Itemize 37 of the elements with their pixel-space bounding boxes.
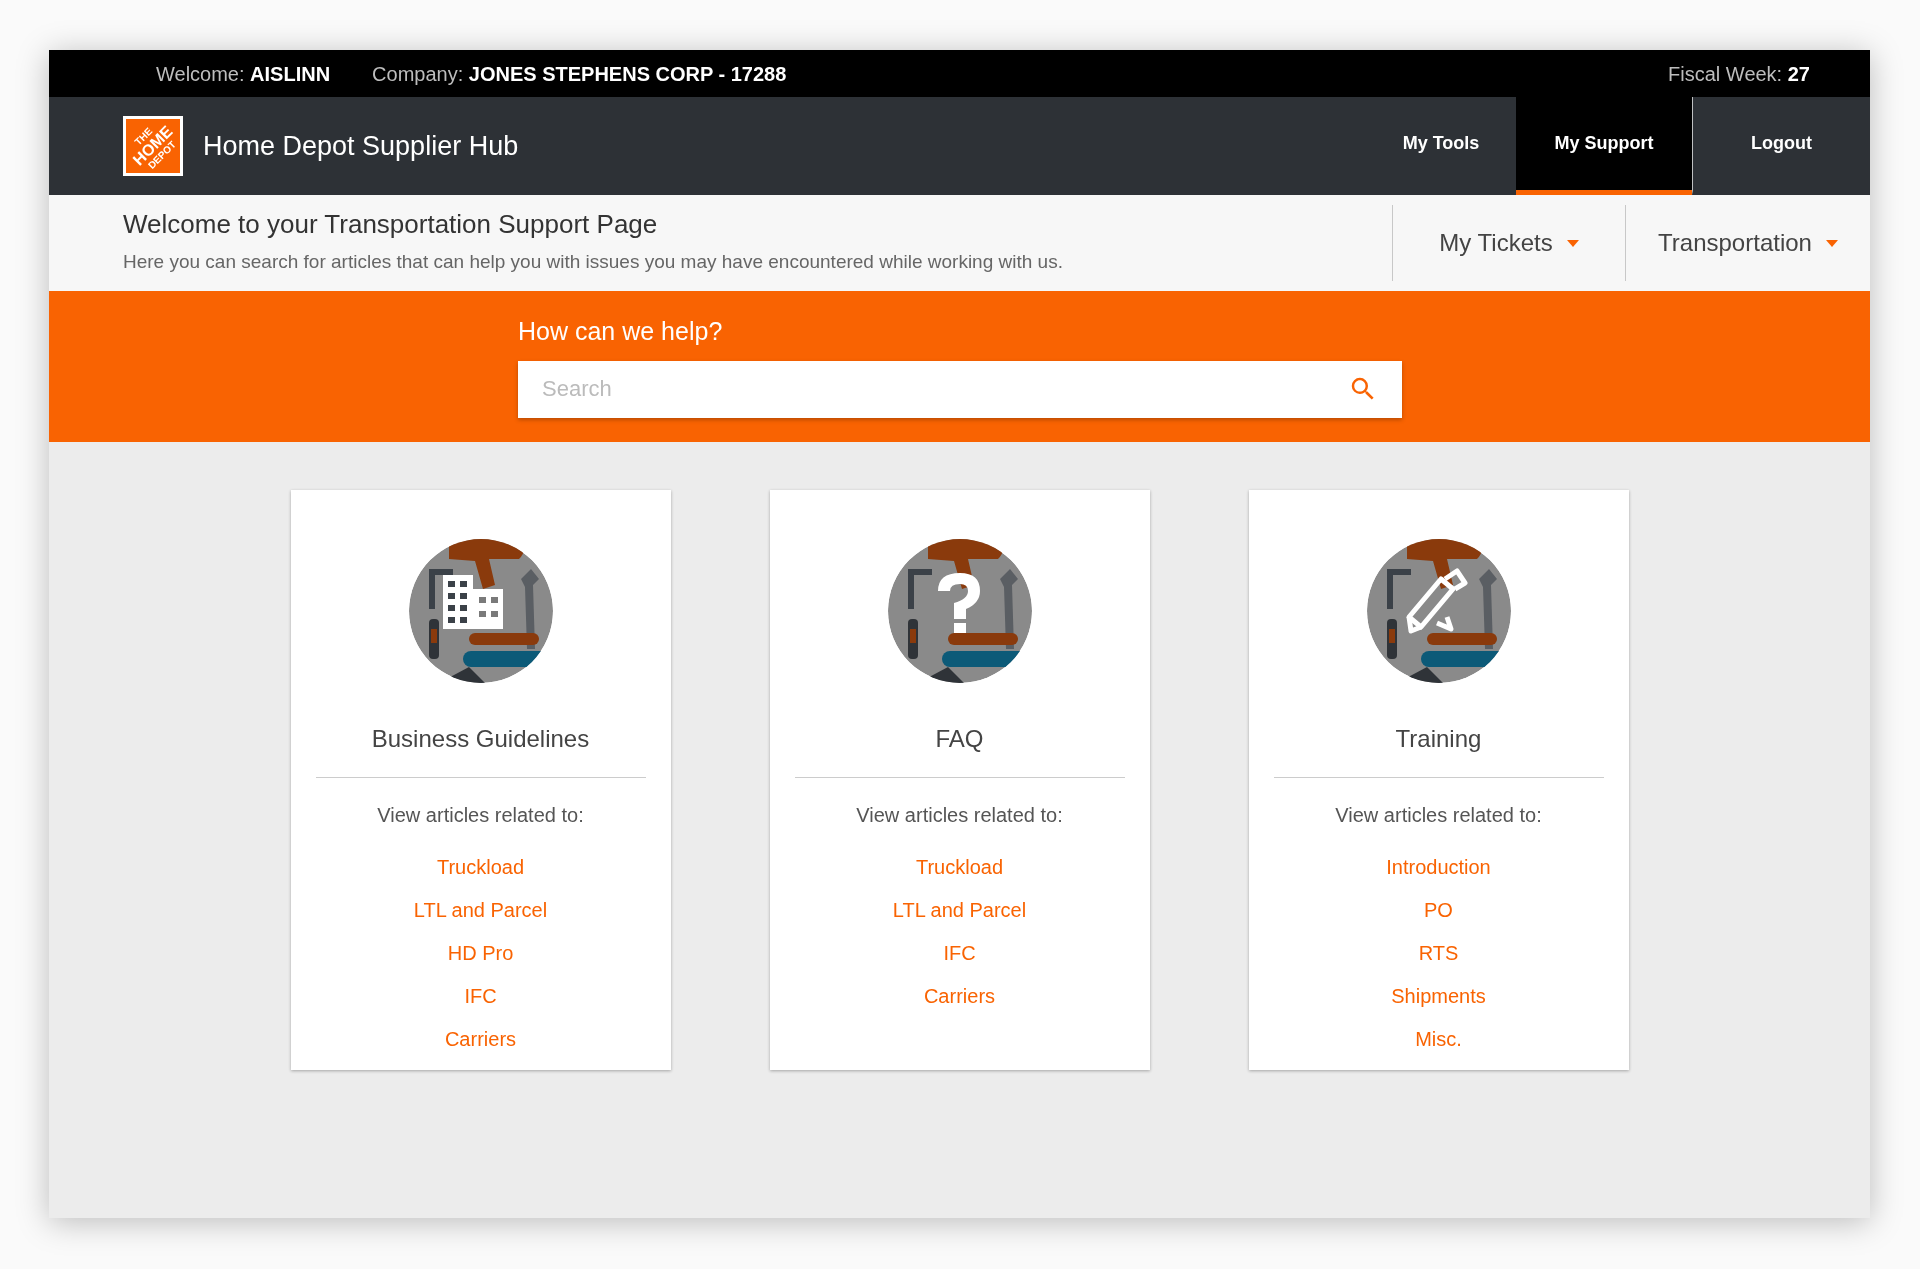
caret-icon: [1825, 239, 1838, 247]
page-subtitle: Here you can search for articles that can help you with issues you may have encountered while working with us.: [123, 250, 1063, 275]
nav-tab[interactable]: My Support: [1516, 97, 1692, 195]
article-link[interactable]: RTS: [1418, 940, 1459, 966]
article-link[interactable]: Truckload: [436, 854, 525, 880]
caret-icon: [1566, 239, 1579, 247]
dropdown-button[interactable]: Transportation: [1625, 205, 1870, 281]
article-link[interactable]: IFC: [943, 940, 976, 966]
search-label: How can we help?: [518, 316, 724, 347]
article-link[interactable]: Truckload: [915, 854, 1004, 880]
card-intro: View articles related to:: [1335, 803, 1542, 828]
article-link[interactable]: LTL and Parcel: [892, 897, 1027, 923]
card-intro: View articles related to:: [377, 803, 584, 828]
article-link[interactable]: Introduction: [1386, 854, 1491, 880]
article-link[interactable]: LTL and Parcel: [413, 897, 548, 923]
dropdown-button[interactable]: My Tickets: [1392, 205, 1625, 281]
site-title: Home Depot Supplier Hub: [203, 129, 519, 163]
article-link[interactable]: Carriers: [923, 983, 996, 1009]
card-title: FAQ: [935, 724, 984, 754]
article-link[interactable]: Carriers: [444, 1026, 517, 1052]
tools-circle-icon: [887, 539, 1032, 683]
card-title: Training: [1395, 724, 1482, 754]
welcome-text: Welcome: AISLINN: [156, 61, 331, 87]
nav-tab[interactable]: My Tools: [1366, 97, 1516, 195]
article-link[interactable]: HD Pro: [447, 940, 514, 966]
article-link[interactable]: Shipments: [1391, 983, 1486, 1009]
article-link[interactable]: Misc.: [1415, 1026, 1462, 1052]
page-title: Welcome to your Transportation Support Page: [123, 208, 659, 242]
tools-circle-icon: [1366, 539, 1511, 683]
article-link[interactable]: PO: [1424, 897, 1453, 923]
company-text: Company: JONES STEPHENS CORP - 17288: [372, 61, 787, 87]
search-field[interactable]: Search: [518, 360, 1402, 418]
fiscal-week-text: Fiscal Week: 27: [1668, 61, 1810, 87]
tools-circle-icon: [408, 539, 553, 683]
card-title: Business Guidelines: [371, 724, 590, 754]
article-link[interactable]: IFC: [464, 983, 497, 1009]
card-intro: View articles related to:: [856, 803, 1063, 828]
